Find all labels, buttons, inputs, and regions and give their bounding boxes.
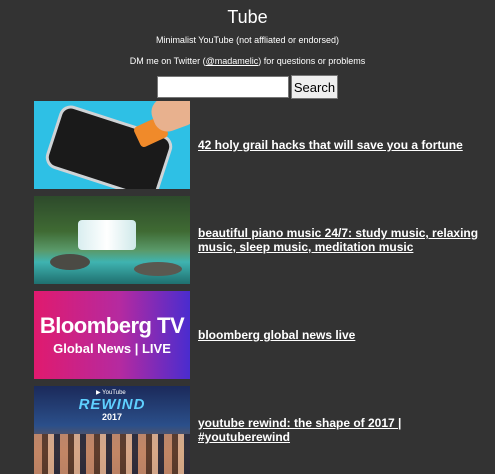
video-thumbnail[interactable]: [34, 101, 190, 189]
results-list: 42 holy grail hacks that will save you a…: [0, 0, 495, 474]
thumbnail-logo-text: Bloomberg TV: [39, 313, 185, 338]
youtube-logo-text: ▶ YouTube: [96, 390, 126, 396]
list-item[interactable]: 42 holy grail hacks that will save you a…: [34, 101, 495, 189]
rock-image: [134, 262, 182, 276]
video-title-link[interactable]: beautiful piano music 24/7: study music,…: [198, 226, 495, 254]
video-thumbnail[interactable]: [34, 196, 190, 284]
video-title-link[interactable]: 42 holy grail hacks that will save you a…: [198, 138, 463, 152]
waterfall-image: [78, 220, 136, 250]
list-item[interactable]: Bloomberg TV Global News | LIVE bloomber…: [34, 291, 495, 379]
thumbnail-subtext: Global News | LIVE: [53, 341, 171, 356]
list-item[interactable]: beautiful piano music 24/7: study music,…: [34, 196, 495, 284]
video-title-link[interactable]: youtube rewind: the shape of 2017 | #you…: [198, 416, 495, 444]
rock-image: [50, 254, 90, 270]
crowd-image: [34, 434, 190, 474]
video-thumbnail[interactable]: Bloomberg TV Global News | LIVE: [34, 291, 190, 379]
thumbnail-logo-text: REWIND: [78, 396, 146, 413]
list-item[interactable]: ▶ YouTube REWIND 2017 youtube rewind: th…: [34, 386, 495, 474]
video-thumbnail[interactable]: ▶ YouTube REWIND 2017: [34, 386, 190, 474]
thumbnail-subtext: 2017: [101, 412, 123, 422]
video-title-link[interactable]: bloomberg global news live: [198, 328, 355, 342]
